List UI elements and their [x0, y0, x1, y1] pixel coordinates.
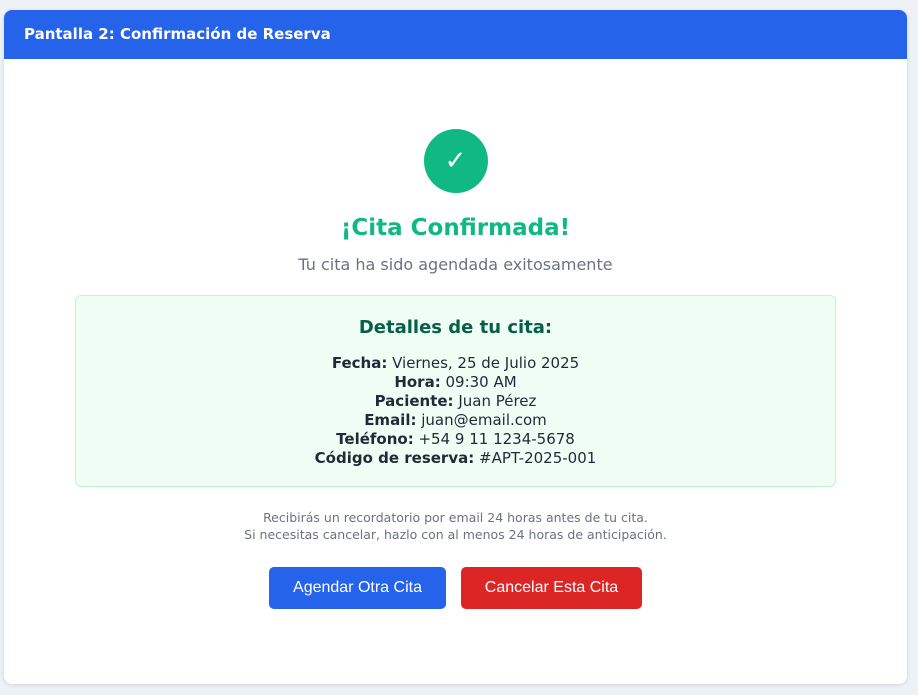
cancel-appointment-button[interactable]: Cancelar Esta Cita: [461, 567, 642, 609]
detail-value: Juan Pérez: [458, 392, 537, 410]
confirmation-title: ¡Cita Confirmada!: [340, 215, 571, 241]
confirmation-subtitle: Tu cita ha sido agendada exitosamente: [298, 255, 613, 274]
detail-value: Viernes, 25 de Julio 2025: [392, 354, 580, 372]
detail-row-date: Fecha: Viernes, 25 de Julio 2025: [76, 354, 835, 373]
detail-row-phone: Teléfono: +54 9 11 1234-5678: [76, 430, 835, 449]
detail-row-booking-code: Código de reserva: #APT-2025-001: [76, 449, 835, 468]
detail-value: #APT-2025-001: [479, 449, 597, 467]
detail-label: Email:: [364, 411, 417, 429]
schedule-another-button[interactable]: Agendar Otra Cita: [269, 567, 446, 609]
detail-row-patient: Paciente: Juan Pérez: [76, 392, 835, 411]
detail-label: Hora:: [394, 373, 441, 391]
detail-label: Teléfono:: [336, 430, 414, 448]
detail-value: juan@email.com: [421, 411, 547, 429]
action-buttons: Agendar Otra Cita Cancelar Esta Cita: [4, 567, 907, 609]
detail-label: Fecha:: [331, 354, 388, 372]
screen-title: Pantalla 2: Confirmación de Reserva: [24, 25, 331, 43]
detail-row-email: Email: juan@email.com: [76, 411, 835, 430]
confirmation-content: ✓ ¡Cita Confirmada! Tu cita ha sido agen…: [4, 129, 907, 609]
detail-value: 09:30 AM: [445, 373, 517, 391]
appointment-details-box: Detalles de tu cita: Fecha: Viernes, 25 …: [75, 295, 836, 487]
detail-row-time: Hora: 09:30 AM: [76, 373, 835, 392]
cancellation-note-line: Si necesitas cancelar, hazlo con al meno…: [244, 527, 667, 542]
screen-header: Pantalla 2: Confirmación de Reserva: [4, 10, 907, 59]
check-glyph: ✓: [444, 146, 467, 176]
detail-value: +54 9 11 1234-5678: [418, 430, 575, 448]
details-title: Detalles de tu cita:: [358, 317, 553, 338]
detail-label: Código de reserva:: [314, 449, 475, 467]
confirmation-card: Pantalla 2: Confirmación de Reserva ✓ ¡C…: [4, 10, 907, 684]
reminder-note: Recibirás un recordatorio por email 24 h…: [4, 509, 907, 543]
check-icon: ✓: [423, 129, 488, 193]
reminder-note-line: Recibirás un recordatorio por email 24 h…: [263, 510, 648, 525]
detail-label: Paciente:: [374, 392, 454, 410]
